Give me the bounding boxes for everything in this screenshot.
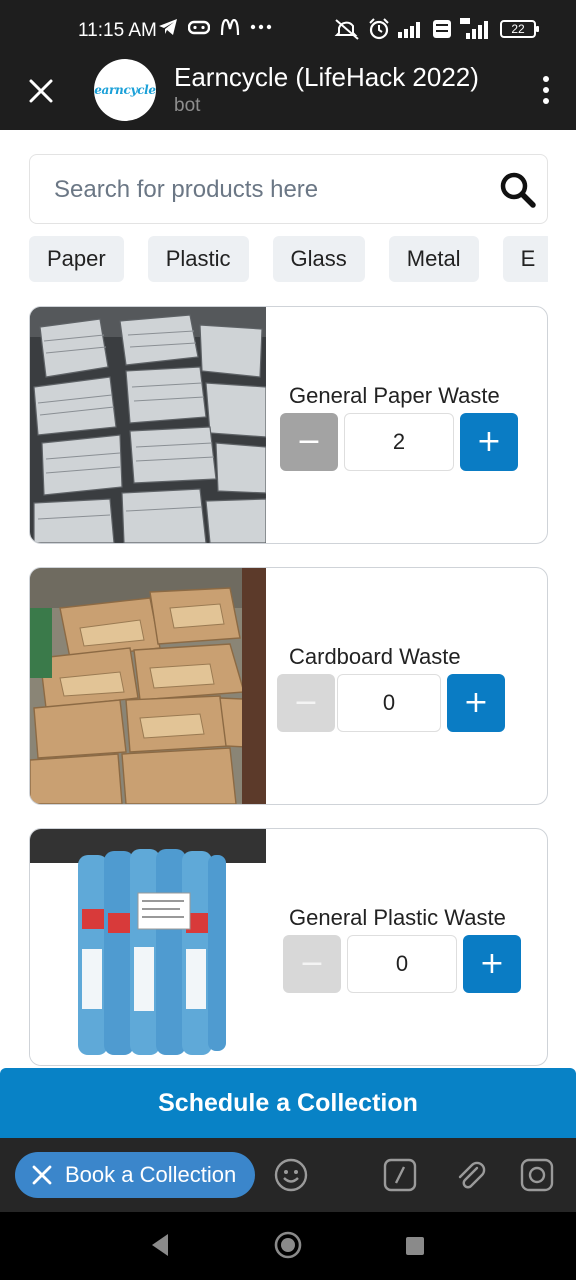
home-icon[interactable] [274, 1231, 302, 1259]
category-chips: Paper Plastic Glass Metal E [29, 236, 548, 284]
chat-header: earncycle Earncycle (LifeHack 2022) bot [0, 59, 576, 130]
slash-command-icon[interactable] [383, 1158, 417, 1192]
quantity-stepper: − 2 + [280, 413, 518, 471]
close-icon[interactable] [26, 76, 56, 106]
paper-waste-image [30, 307, 266, 543]
decrement-button[interactable]: − [277, 674, 335, 732]
quantity-value[interactable]: 0 [337, 674, 441, 732]
search-input[interactable] [54, 174, 484, 206]
schedule-collection-button[interactable]: Schedule a Collection [0, 1068, 576, 1138]
mute-icon [334, 19, 359, 40]
avatar-logo-text: earncycle [94, 83, 156, 97]
attach-icon[interactable] [453, 1158, 487, 1192]
decrement-button[interactable]: − [280, 413, 338, 471]
increment-button[interactable]: + [460, 413, 518, 471]
category-chip-glass[interactable]: Glass [272, 236, 365, 282]
4g-signal-icon [460, 18, 488, 39]
book-collection-button[interactable]: Book a Collection [15, 1152, 255, 1198]
emoji-icon[interactable] [274, 1158, 308, 1192]
system-nav-bar [0, 1212, 576, 1280]
product-card: General Paper Waste − 2 + [29, 306, 548, 544]
quantity-value[interactable]: 0 [347, 935, 457, 993]
web-app-content: Paper Plastic Glass Metal E [0, 130, 576, 1070]
quantity-value[interactable]: 2 [344, 413, 454, 471]
increment-button[interactable]: + [447, 674, 505, 732]
status-time: 11:15 AM [78, 20, 157, 41]
back-icon[interactable] [150, 1232, 170, 1258]
camera-icon[interactable] [520, 1158, 554, 1192]
search-box [29, 154, 548, 224]
product-name: General Paper Waste [289, 383, 500, 408]
increment-button[interactable]: + [463, 935, 521, 993]
chat-input-bar: Book a Collection [0, 1138, 576, 1212]
more-menu-icon[interactable] [542, 76, 550, 104]
product-card: Cardboard Waste − 0 + [29, 567, 548, 805]
cardboard-waste-image [30, 568, 266, 804]
status-bar: 11:15 AM 22 [0, 0, 576, 62]
search-icon[interactable] [499, 171, 537, 209]
quantity-stepper: − 0 + [277, 674, 505, 732]
mcdonalds-icon [220, 19, 240, 35]
product-name: General Plastic Waste [289, 905, 506, 930]
category-chip-paper[interactable]: Paper [29, 236, 124, 282]
chat-title[interactable]: Earncycle (LifeHack 2022) [174, 62, 479, 93]
close-icon [32, 1165, 52, 1185]
book-collection-label: Book a Collection [65, 1162, 237, 1187]
decrement-button[interactable]: − [283, 935, 341, 993]
telegram-icon [159, 19, 177, 35]
more-dots-icon [250, 24, 272, 30]
quantity-stepper: − 0 + [283, 935, 521, 993]
recents-icon[interactable] [405, 1236, 425, 1256]
product-card: General Plastic Waste − 0 + [29, 828, 548, 1066]
product-name: Cardboard Waste [289, 644, 461, 669]
category-chip-plastic[interactable]: Plastic [147, 236, 249, 282]
avatar[interactable]: earncycle [94, 59, 156, 121]
battery-icon: 22 [500, 20, 539, 38]
game-controller-icon [188, 20, 210, 35]
category-chip-metal[interactable]: Metal [388, 236, 479, 282]
chat-subtitle: bot [174, 95, 201, 116]
alarm-icon [369, 18, 389, 40]
signal-icon [398, 22, 420, 38]
volte-icon [433, 20, 451, 38]
plastic-waste-image [30, 829, 266, 1065]
category-chip-e[interactable]: E [502, 236, 548, 282]
